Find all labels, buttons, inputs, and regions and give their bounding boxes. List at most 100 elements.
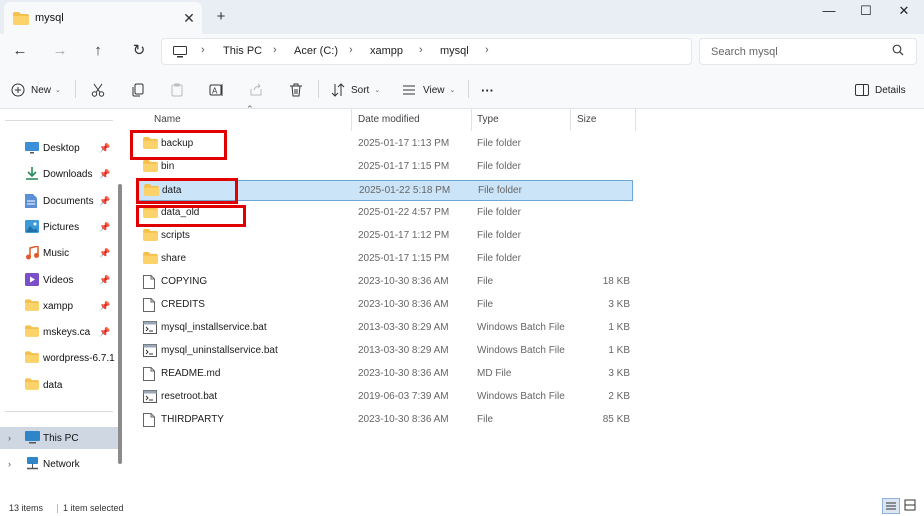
breadcrumb-xampp[interactable]: xampp — [370, 45, 403, 57]
toolbar-divider — [468, 80, 469, 98]
breadcrumb-this-pc[interactable]: This PC — [223, 45, 262, 57]
more-options-button[interactable]: ··· — [481, 79, 494, 101]
file-type: File folder — [477, 161, 521, 172]
file-type: MD File — [477, 368, 512, 379]
details-button[interactable]: Details — [855, 79, 906, 101]
sidebar-item-xampp[interactable]: xampp 📌 — [0, 295, 118, 317]
table-row[interactable]: README.md 2023-10-30 8:36 AM MD File 3 KB — [138, 364, 633, 385]
maximize-button[interactable]: ☐ — [846, 2, 886, 22]
file-date: 2025-01-22 5:18 PM — [359, 185, 451, 196]
breadcrumb-separator: › — [201, 44, 205, 56]
back-button[interactable]: ← — [8, 40, 32, 64]
view-icon — [403, 85, 415, 95]
file-date: 2025-01-17 1:12 PM — [358, 230, 450, 241]
file-date: 2023-10-30 8:36 AM — [358, 368, 449, 379]
sidebar-item-downloads[interactable]: Downloads 📌 — [0, 163, 118, 185]
sidebar-item-pictures[interactable]: Pictures 📌 — [0, 216, 118, 238]
address-bar[interactable]: › This PC › Acer (C:) › xampp › mysql › — [161, 38, 692, 65]
column-header-name[interactable]: Name — [154, 109, 181, 131]
file-name: mysql_installservice.bat — [161, 322, 267, 333]
sidebar-item-data[interactable]: data — [0, 374, 118, 396]
computer-icon — [173, 46, 187, 61]
rename-button[interactable]: A — [209, 79, 224, 101]
column-header-date[interactable]: Date modified — [358, 109, 420, 131]
copy-button[interactable] — [131, 79, 145, 101]
paste-button[interactable] — [170, 79, 184, 101]
new-button[interactable]: New ⌄ — [11, 79, 61, 101]
sidebar-item-videos[interactable]: Videos 📌 — [0, 269, 118, 291]
table-row[interactable]: share 2025-01-17 1:15 PM File folder — [138, 249, 633, 270]
table-row[interactable]: THIRDPARTY 2023-10-30 8:36 AM File 85 KB — [138, 410, 633, 431]
pin-icon: 📌 — [99, 168, 111, 179]
file-size: 1 KB — [608, 322, 630, 333]
file-date: 2013-03-30 8:29 AM — [358, 345, 449, 356]
folder-icon — [25, 299, 39, 314]
table-row[interactable]: scripts 2025-01-17 1:12 PM File folder — [138, 226, 633, 247]
sidebar-item-mskeys[interactable]: mskeys.ca 📌 — [0, 321, 118, 343]
breadcrumb-separator: › — [349, 44, 353, 56]
computer-icon — [25, 431, 40, 447]
delete-button[interactable] — [289, 79, 303, 101]
table-row[interactable]: COPYING 2023-10-30 8:36 AM File 18 KB — [138, 272, 633, 293]
pin-icon: 📌 — [99, 195, 111, 206]
file-size: 3 KB — [608, 368, 630, 379]
command-bar: New ⌄ A Sort ⌄ View ⌄ ··· Details — [0, 70, 924, 109]
sidebar-item-wordpress[interactable]: wordpress-6.7.1 — [0, 347, 118, 369]
forward-button[interactable]: → — [48, 40, 72, 64]
highlight-box — [136, 178, 238, 204]
tab-mysql[interactable]: mysql ✕ — [4, 2, 202, 34]
breadcrumb-drive[interactable]: Acer (C:) — [294, 45, 338, 57]
music-icon — [25, 245, 39, 263]
sidebar-item-documents[interactable]: Documents 📌 — [0, 190, 118, 212]
details-label: Details — [875, 84, 906, 96]
column-divider[interactable] — [471, 109, 472, 131]
selection-count: 1 item selected — [63, 503, 124, 513]
folder-icon — [25, 325, 39, 340]
batch-file-icon — [143, 321, 157, 337]
sidebar-item-this-pc[interactable]: › This PC — [0, 427, 118, 449]
sidebar-item-desktop[interactable]: Desktop 📌 — [0, 137, 118, 159]
folder-icon — [13, 12, 29, 28]
column-header-type[interactable]: Type — [477, 109, 499, 131]
file-size: 2 KB — [608, 391, 630, 402]
details-view-button[interactable] — [882, 498, 900, 514]
sidebar-scrollbar[interactable] — [118, 184, 122, 464]
sort-ascending-icon: ⌃ — [246, 104, 254, 114]
cut-button[interactable] — [91, 79, 105, 101]
tiles-view-button[interactable] — [902, 498, 920, 514]
file-size: 3 KB — [608, 299, 630, 310]
table-row[interactable]: mysql_installservice.bat 2013-03-30 8:29 … — [138, 318, 633, 339]
file-name: THIRDPARTY — [161, 414, 224, 425]
sidebar-item-network[interactable]: › Network — [0, 453, 118, 475]
close-tab-icon[interactable]: ✕ — [180, 9, 198, 27]
sort-button[interactable]: Sort ⌄ — [331, 79, 380, 101]
column-header-size[interactable]: Size — [577, 109, 596, 131]
table-row[interactable]: mysql_uninstallservice.bat 2013-03-30 8:2… — [138, 341, 633, 362]
breadcrumb-mysql[interactable]: mysql — [440, 45, 469, 57]
column-divider[interactable] — [351, 109, 352, 131]
pictures-icon — [25, 220, 39, 236]
new-tab-button[interactable]: + — [211, 7, 231, 27]
sidebar-item-label: data — [43, 379, 63, 391]
status-bar: 13 items 1 item selected — [0, 498, 924, 516]
file-name: README.md — [161, 368, 221, 379]
folder-icon — [143, 252, 158, 267]
up-button[interactable]: ↑ — [86, 40, 110, 64]
share-button[interactable] — [249, 79, 263, 101]
table-row[interactable]: resetroot.bat 2019-06-03 7:39 AM Windows B… — [138, 387, 633, 408]
refresh-button[interactable]: ↻ — [127, 40, 151, 64]
column-divider[interactable] — [570, 109, 571, 131]
table-row[interactable]: CREDITS 2023-10-30 8:36 AM File 3 KB — [138, 295, 633, 316]
search-input[interactable]: Search mysql — [711, 46, 778, 58]
table-row[interactable]: bin 2025-01-17 1:15 PM File folder — [138, 157, 633, 178]
file-size: 18 KB — [602, 276, 630, 287]
view-button[interactable]: View ⌄ — [402, 79, 455, 101]
search-box[interactable]: Search mysql — [699, 38, 917, 65]
search-icon — [892, 44, 904, 59]
videos-icon — [25, 273, 39, 289]
sidebar-item-music[interactable]: Music 📌 — [0, 242, 118, 264]
minimize-button[interactable]: — — [809, 2, 849, 22]
column-divider[interactable] — [635, 109, 636, 131]
pin-icon: 📌 — [99, 274, 111, 285]
close-window-button[interactable]: ✕ — [884, 2, 924, 22]
